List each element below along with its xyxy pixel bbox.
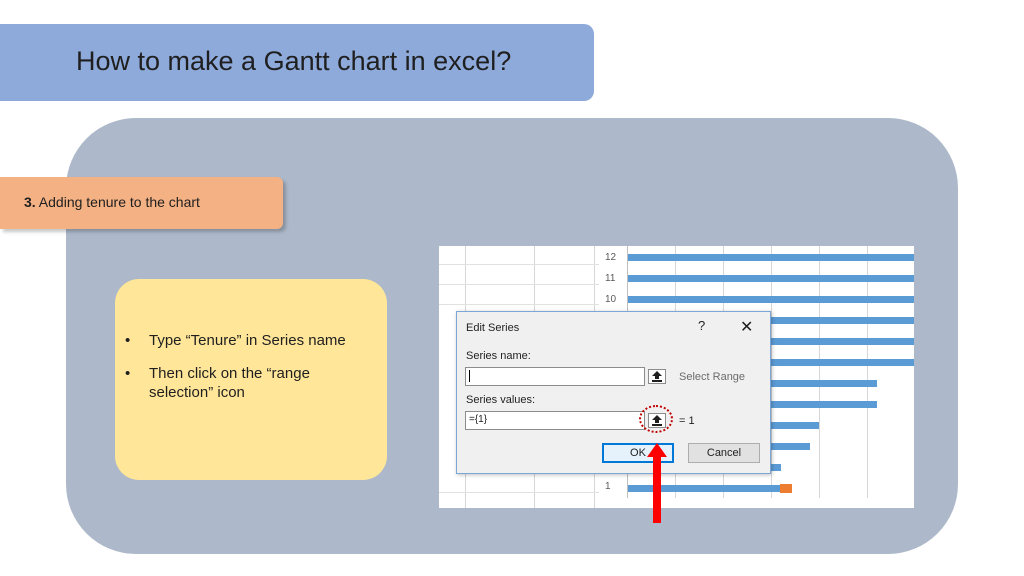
instruction-list: • Type “Tenure” in Series name • Then clic… <box>125 331 375 416</box>
gantt-bar <box>628 254 914 261</box>
bullet-icon: • <box>125 332 131 349</box>
slide-title: How to make a Gantt chart in excel? <box>76 46 512 76</box>
tenure-bar <box>780 484 792 493</box>
series-name-range-button[interactable] <box>648 369 666 384</box>
y-tick-label: 1 <box>605 481 611 492</box>
list-item: • Then click on the “range selection” ico… <box>125 364 375 402</box>
series-values-input[interactable]: ={1} <box>465 411 645 430</box>
gantt-bar <box>628 296 914 303</box>
y-tick-label: 11 <box>605 273 616 284</box>
cell-border <box>439 284 599 285</box>
y-tick-label: 10 <box>605 294 617 305</box>
gantt-bar <box>628 275 914 282</box>
red-arrow-icon <box>647 443 667 523</box>
chart-gridline <box>771 246 772 498</box>
cancel-button[interactable]: Cancel <box>688 443 760 463</box>
close-icon[interactable]: ✕ <box>740 317 753 337</box>
step-label: Adding tenure to the chart <box>35 194 200 210</box>
chart-gridline <box>867 246 868 498</box>
edit-series-dialog: Edit Series ? ✕ Series name: Select Rang… <box>456 311 771 474</box>
list-item: • Type “Tenure” in Series name <box>125 331 375 350</box>
cell-border <box>439 304 599 305</box>
bullet-text: Type “Tenure” in Series name <box>149 332 346 349</box>
bullet-text: Then click on the “range selection” icon <box>149 365 310 401</box>
text-cursor <box>469 370 470 382</box>
help-icon[interactable]: ? <box>698 318 705 333</box>
cell-border <box>439 492 599 493</box>
y-tick-label: 12 <box>605 252 617 263</box>
step-heading: 3. Adding tenure to the chart <box>24 194 200 210</box>
step-number: 3. <box>24 194 36 210</box>
series-name-input[interactable] <box>465 367 645 386</box>
series-values-range-button[interactable] <box>648 413 666 428</box>
cell-border <box>439 264 599 265</box>
chart-gridline <box>819 246 820 498</box>
instruction-note: • Type “Tenure” in Series name • Then clic… <box>115 279 387 480</box>
series-values-result: = 1 <box>679 415 695 427</box>
collapse-arrow-icon <box>652 415 662 426</box>
dialog-title: Edit Series <box>466 322 520 334</box>
bullet-icon: • <box>125 365 131 382</box>
collapse-arrow-icon <box>652 371 662 382</box>
series-values-label: Series values: <box>466 394 536 406</box>
series-name-label: Series name: <box>466 350 531 362</box>
select-range-hint: Select Range <box>679 371 746 383</box>
